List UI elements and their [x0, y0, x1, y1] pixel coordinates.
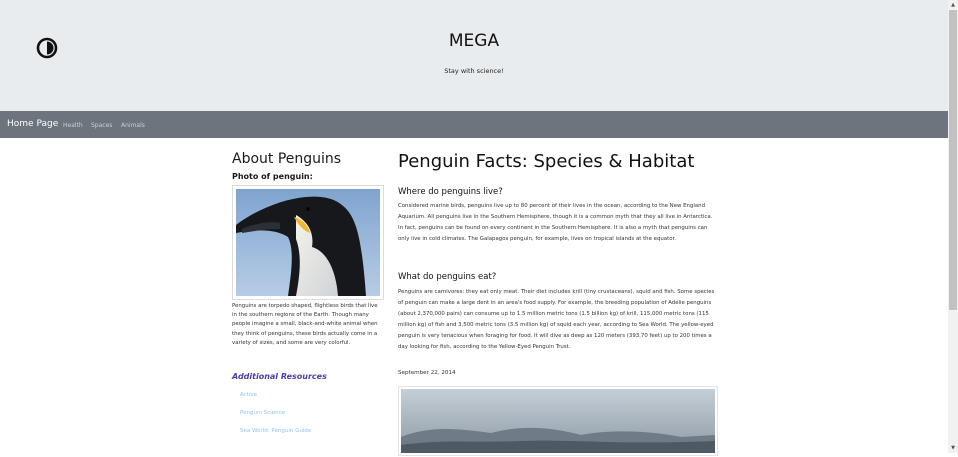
vertical-scrollbar[interactable]: ▲ ▼: [948, 0, 958, 453]
resource-link-active[interactable]: Active: [240, 392, 257, 398]
section-heading-diet: What do penguins eat?: [398, 272, 497, 282]
site-title: MEGA: [448, 31, 500, 51]
article-photo: [398, 386, 718, 456]
section-text-habitat: Considered marine birds, penguins live u…: [398, 203, 713, 242]
site-header: MEGA Stay with science!: [0, 0, 948, 111]
penguin-image: [236, 189, 380, 296]
scroll-up-arrow-icon[interactable]: ▲: [948, 0, 958, 10]
penguin-photo: [232, 185, 384, 300]
resources-title: Additional Resources: [232, 372, 327, 381]
landscape-image: [401, 389, 715, 453]
section-heading-habitat: Where do penguins live?: [398, 187, 503, 197]
resource-link-penguin-science[interactable]: Penguin Science: [240, 410, 285, 416]
sidebar-description: Penguins are torpedo shaped, flightless …: [232, 303, 378, 346]
resource-link-sea-world[interactable]: Sea World: Penguin Guide: [240, 428, 311, 434]
nav-link-animals[interactable]: Animals: [121, 122, 145, 129]
article-title: Penguin Facts: Species & Habitat: [398, 151, 695, 172]
section-text-diet: Penguins are carnivores: they eat only m…: [398, 289, 715, 350]
nav-link-health[interactable]: Health: [63, 122, 83, 129]
scroll-down-arrow-icon[interactable]: ▼: [948, 443, 958, 453]
sidebar-title: About Penguins: [232, 151, 342, 167]
nav-link-spaces[interactable]: Spaces: [91, 122, 112, 129]
publish-date: September 22, 2014: [398, 370, 456, 376]
site-tagline: Stay with science!: [444, 67, 504, 75]
photo-label: Photo of penguin:: [232, 172, 313, 181]
scroll-thumb[interactable]: [949, 10, 957, 310]
nav-brand-home[interactable]: Home Page: [7, 119, 58, 129]
navbar: Home Page Health Spaces Animals: [0, 111, 948, 138]
